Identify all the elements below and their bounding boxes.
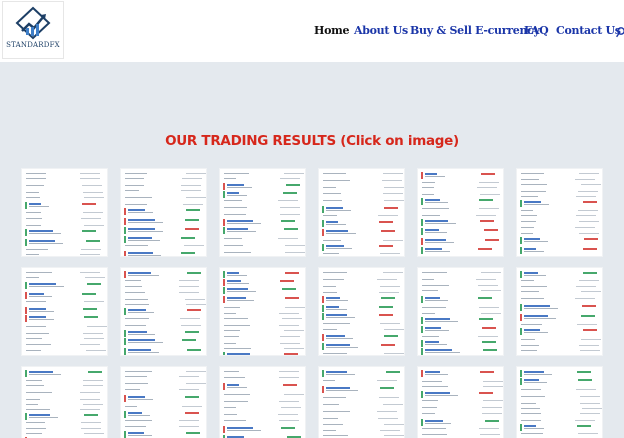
trading-result-thumbnail[interactable] xyxy=(417,366,504,438)
trading-result-thumbnail[interactable] xyxy=(318,267,405,356)
trading-result-thumbnail[interactable] xyxy=(219,267,306,356)
brand-name: STANDARDFX xyxy=(6,41,60,49)
nav-buy-sell-e-currency[interactable]: Buy & Sell E-currency xyxy=(410,24,540,37)
site-header: STANDARDFX Home About Us Buy & Sell E-cu… xyxy=(0,0,624,62)
trading-result-thumbnail[interactable] xyxy=(516,267,603,356)
trading-result-thumbnail[interactable] xyxy=(21,267,108,356)
trading-result-thumbnail[interactable] xyxy=(516,168,603,257)
trading-result-thumbnail[interactable] xyxy=(318,366,405,438)
brand-logo[interactable]: STANDARDFX xyxy=(2,1,64,59)
trading-result-thumbnail[interactable] xyxy=(21,366,108,438)
page-title: OUR TRADING RESULTS (Click on image) xyxy=(165,133,459,149)
trading-result-thumbnail[interactable] xyxy=(417,168,504,257)
nav-contact-us[interactable]: Contact Us xyxy=(556,24,621,37)
trading-result-thumbnail[interactable] xyxy=(21,168,108,257)
trading-result-thumbnail[interactable] xyxy=(120,366,207,438)
trading-result-thumbnail[interactable] xyxy=(417,267,504,356)
trading-results-gallery xyxy=(21,168,624,438)
trading-result-thumbnail[interactable] xyxy=(219,168,306,257)
trading-result-thumbnail[interactable] xyxy=(516,366,603,438)
nav-home[interactable]: Home xyxy=(314,24,349,37)
trading-result-thumbnail[interactable] xyxy=(318,168,405,257)
trading-result-thumbnail[interactable] xyxy=(120,267,207,356)
nav-faq[interactable]: FAQ xyxy=(524,24,549,37)
trading-result-thumbnail[interactable] xyxy=(219,366,306,438)
trading-result-thumbnail[interactable] xyxy=(120,168,207,257)
chart-logo-icon xyxy=(15,6,51,40)
nav-about-us[interactable]: About Us xyxy=(354,24,408,37)
search-icon[interactable] xyxy=(616,25,624,43)
